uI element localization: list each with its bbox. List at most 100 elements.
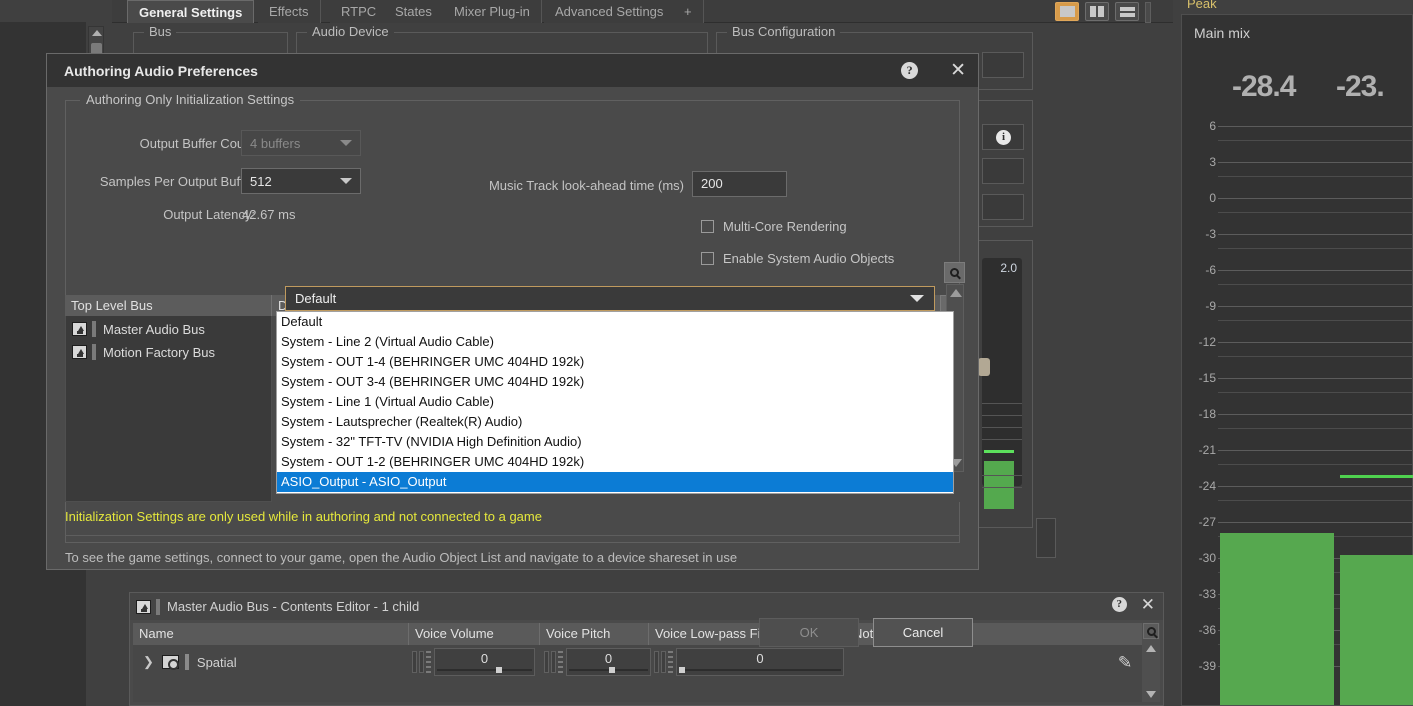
tab-strip: General Settings Effects RTPC States Mix… [112,0,1173,23]
music-lookahead-input[interactable]: 200 [692,171,787,197]
bg-field-1[interactable] [982,52,1024,78]
voice-pitch-field[interactable]: 0 [566,648,651,676]
bg-field-2[interactable]: i [982,124,1024,150]
pencil-icon[interactable]: ✎ [1117,653,1132,673]
voice-lowpass-track[interactable] [679,669,841,671]
row-pipe [92,344,96,360]
col-name[interactable]: Name [133,623,409,645]
bus-name-master: Master Audio Bus [103,322,205,337]
meter-inner: Main mix -28.4 -23. 6 3 0 -3 -6 -9 -12 -… [1181,14,1413,706]
device-shareset-combo[interactable]: Default [285,286,935,311]
dropdown-option-6[interactable]: System - 32" TFT-TV (NVIDIA High Definit… [277,432,953,452]
tab-advanced-settings[interactable]: Advanced Settings [544,0,675,23]
voice-volume-track[interactable] [437,669,532,671]
search-icon [950,268,959,277]
contents-editor-header-row: Name Voice Volume Voice Pitch Voice Low-… [133,623,1160,645]
voice-lowpass-cell[interactable]: 0 [651,648,844,676]
scroll-down-icon[interactable] [1146,691,1156,698]
help-icon[interactable]: ? [1112,597,1127,612]
ok-button[interactable]: OK [759,618,859,647]
dropdown-option-4[interactable]: System - Line 1 (Virtual Audio Cable) [277,392,953,412]
voice-lowpass-handles[interactable] [651,648,676,676]
tab-states[interactable]: States [384,0,444,23]
bg-field-5[interactable] [1036,518,1056,558]
tab-add[interactable]: + [673,0,704,23]
dropdown-option-2[interactable]: System - OUT 1-4 (BEHRINGER UMC 404HD 19… [277,352,953,372]
enable-system-audio-objects-checkbox[interactable] [701,252,714,265]
tab-effects[interactable]: Effects [258,0,321,23]
tab-general-settings[interactable]: General Settings [127,0,254,23]
mini-meter-knob[interactable] [978,358,990,376]
meter-title: Main mix [1194,25,1250,41]
tab-mixer-plugin[interactable]: Mixer Plug-in [443,0,542,23]
multi-core-rendering-row[interactable]: Multi-Core Rendering [692,219,847,234]
dropdown-option-3[interactable]: System - OUT 3-4 (BEHRINGER UMC 404HD 19… [277,372,953,392]
meter-tick-6: 6 [1182,119,1216,133]
samples-per-output-buffer-label: Samples Per Output Buffer [65,174,255,189]
voice-pitch-value: 0 [567,651,650,666]
row-pipe [185,654,189,670]
scroll-up-icon[interactable] [950,289,962,297]
close-icon[interactable]: ✕ [950,62,966,79]
chevron-down-icon[interactable] [340,178,352,184]
voice-volume-handles[interactable] [409,648,434,676]
chevron-down-icon[interactable] [910,295,924,302]
multi-core-rendering-checkbox[interactable] [701,220,714,233]
voice-lowpass-field[interactable]: 0 [676,648,844,676]
samples-per-output-buffer-combo[interactable]: 512 [241,168,361,194]
group-bus-configuration-title: Bus Configuration [727,24,840,39]
contents-editor-panel: Master Audio Bus - Contents Editor - 1 c… [129,592,1164,706]
meter-tick-m9: -9 [1182,299,1216,313]
contents-editor-title-bar: Master Audio Bus - Contents Editor - 1 c… [130,593,1163,620]
enable-system-audio-objects-row[interactable]: Enable System Audio Objects [692,251,894,266]
layout-split-button[interactable] [1085,2,1109,21]
dropdown-option-8[interactable]: ASIO_Output - ASIO_Output [277,472,953,492]
layout-single-button[interactable] [1055,2,1079,21]
dialog-title-bar[interactable]: Authoring Audio Preferences ? ✕ [47,54,978,87]
close-icon[interactable]: ✕ [1141,597,1155,612]
tab-rtpc[interactable]: RTPC [330,0,388,23]
layout-stack-button[interactable] [1115,2,1139,21]
shareset-search-button[interactable] [944,262,965,283]
dropdown-option-0[interactable]: Default [277,312,953,332]
dropdown-option-7[interactable]: System - OUT 1-2 (BEHRINGER UMC 404HD 19… [277,452,953,472]
layout-split-icon [1090,6,1104,17]
voice-pitch-handles[interactable] [541,648,566,676]
bg-field-4[interactable] [982,194,1024,220]
cancel-button[interactable]: Cancel [873,618,973,647]
meter-value-left: -28.4 [1232,70,1295,104]
bus-row-master-audio-bus[interactable]: Master Audio Bus [72,321,205,337]
bus-row-motion-factory-bus[interactable]: Motion Factory Bus [72,344,215,360]
voice-pitch-thumb[interactable] [609,667,615,673]
meter-tick-m39: -39 [1182,659,1216,673]
layout-side-strip [1145,2,1151,23]
contents-editor-scrollbar[interactable] [1142,623,1160,702]
voice-volume-thumb[interactable] [496,667,502,673]
contents-editor-search-button[interactable] [1143,623,1159,639]
meter-tick-m24: -24 [1182,479,1216,493]
enable-system-audio-objects-label: Enable System Audio Objects [723,251,894,266]
col-voice-volume[interactable]: Voice Volume [409,623,540,645]
scroll-up-icon[interactable] [1146,645,1156,652]
voice-pitch-cell[interactable]: 0 [541,648,651,676]
help-icon[interactable]: ? [901,62,918,79]
device-shareset-dropdown-list[interactable]: Default System - Line 2 (Virtual Audio C… [276,311,954,494]
meter-tick-m27: -27 [1182,515,1216,529]
meter-tick-0: 0 [1182,191,1216,205]
voice-lowpass-thumb[interactable] [679,667,685,673]
voice-volume-value: 0 [435,651,534,666]
voice-lowpass-value: 0 [677,651,843,666]
col-top-level-bus[interactable]: Top Level Bus [65,295,271,316]
info-icon[interactable]: i [996,130,1011,145]
voice-volume-field[interactable]: 0 [434,648,535,676]
dropdown-option-1[interactable]: System - Line 2 (Virtual Audio Cable) [277,332,953,352]
search-icon [1147,627,1156,636]
expand-chevron-icon[interactable]: ❯ [143,654,154,670]
scroll-up-icon[interactable] [92,30,102,36]
meter-plot-area: 6 3 0 -3 -6 -9 -12 -15 -18 -21 [1182,110,1412,705]
voice-volume-cell[interactable]: 0 [409,648,535,676]
col-voice-pitch[interactable]: Voice Pitch [540,623,649,645]
bg-field-3[interactable] [982,158,1024,184]
warning-text: Initialization Settings are only used wh… [65,509,542,524]
dropdown-option-5[interactable]: System - Lautsprecher (Realtek(R) Audio) [277,412,953,432]
